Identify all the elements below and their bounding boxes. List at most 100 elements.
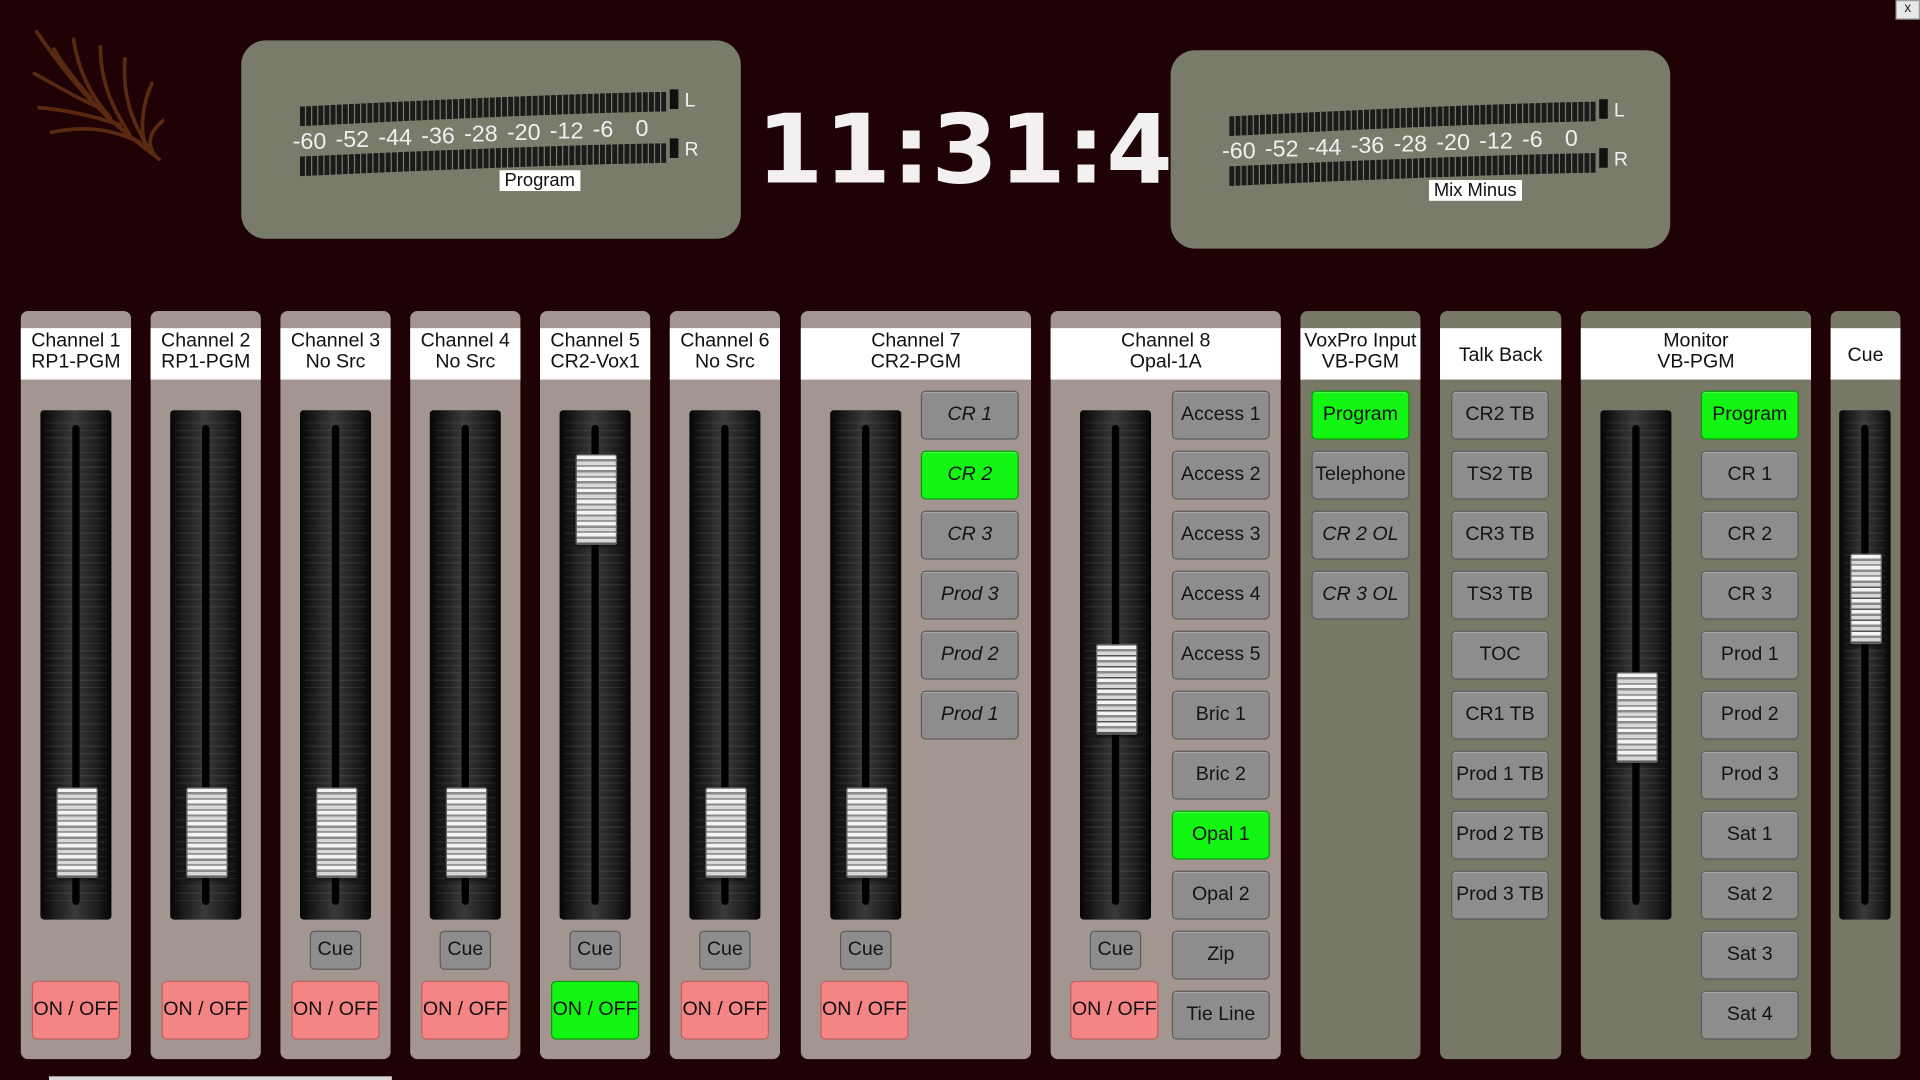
on-off-button[interactable]: ON / OFF — [680, 980, 769, 1040]
cue-button[interactable]: Cue — [439, 930, 492, 970]
on-off-button[interactable]: ON / OFF — [31, 980, 121, 1040]
fader-knob[interactable] — [186, 787, 228, 879]
program-meter-segment — [581, 145, 587, 165]
talk-back-button[interactable]: Prod 2 TB — [1451, 810, 1549, 860]
fader[interactable] — [559, 410, 631, 920]
mix-minus-meter-segment — [1425, 157, 1431, 178]
fader-knob[interactable] — [445, 787, 488, 879]
talk-back-button[interactable]: Prod 3 TB — [1451, 870, 1549, 920]
program-meter-segment — [410, 101, 416, 121]
mix-minus-meter-segment — [1394, 159, 1400, 179]
fader-slot — [1861, 424, 1869, 905]
monitor-source-button[interactable]: Prod 3 — [1700, 750, 1799, 800]
mix-minus-meter-segment — [1560, 102, 1565, 122]
monitor-fader[interactable] — [1600, 410, 1672, 920]
talk-back-button[interactable]: Prod 1 TB — [1451, 750, 1549, 800]
monitor-source-button[interactable]: Program — [1700, 390, 1799, 440]
mix-minus-meter-segment — [1480, 104, 1486, 125]
ch8-source-button[interactable]: Opal 2 — [1171, 870, 1270, 920]
monitor-source-button[interactable]: Prod 1 — [1700, 630, 1799, 680]
fader-knob[interactable] — [56, 787, 98, 879]
cue-panel-title: Cue — [1847, 345, 1884, 367]
on-off-button[interactable]: ON / OFF — [291, 980, 380, 1040]
on-off-button[interactable]: ON / OFF — [551, 980, 640, 1040]
cue-button[interactable]: Cue — [840, 930, 892, 970]
ch8-source-button[interactable]: Tie Line — [1171, 990, 1270, 1040]
mix-minus-meter-segment — [1566, 102, 1572, 122]
mix-minus-meter-segment — [1321, 162, 1327, 182]
fader[interactable] — [689, 410, 761, 920]
ch7-source-button[interactable]: Prod 3 — [920, 570, 1019, 620]
channel-source: RP1-PGM — [161, 351, 251, 373]
voxpro-source-button[interactable]: CR 2 OL — [1311, 510, 1410, 560]
channel-header: Channel 6 No Src — [669, 328, 781, 380]
ch8-source-button[interactable]: Access 3 — [1171, 510, 1270, 560]
ch8-source-button[interactable]: Access 1 — [1171, 390, 1270, 440]
ch8-source-button[interactable]: Zip — [1171, 930, 1270, 980]
fader[interactable] — [170, 410, 242, 920]
ch8-source-button[interactable]: Bric 2 — [1171, 750, 1270, 800]
on-off-button[interactable]: ON / OFF — [1070, 980, 1159, 1040]
program-meter-segment — [465, 149, 471, 169]
on-off-button[interactable]: ON / OFF — [820, 980, 909, 1040]
fader[interactable] — [830, 410, 902, 920]
mix-minus-meter-segment — [1590, 153, 1596, 173]
fader-knob[interactable] — [575, 454, 618, 545]
fader-knob[interactable] — [1095, 644, 1138, 736]
mix-minus-meter-segment — [1382, 108, 1388, 129]
ch7-source-button[interactable]: CR 3 — [920, 510, 1019, 560]
fader[interactable] — [1080, 410, 1152, 920]
voxpro-source-button[interactable]: Telephone — [1311, 450, 1410, 500]
talk-back-button[interactable]: TOC — [1451, 630, 1549, 680]
ch8-source-button[interactable]: Bric 1 — [1171, 690, 1270, 740]
fader-knob[interactable] — [1850, 553, 1883, 644]
program-meter-segment — [391, 152, 397, 172]
ch7-source-button[interactable]: Prod 1 — [920, 690, 1019, 740]
fader-knob[interactable] — [846, 787, 888, 879]
monitor-source-button[interactable]: CR 1 — [1700, 450, 1799, 500]
voxpro-source-button[interactable]: CR 3 OL — [1311, 570, 1410, 620]
monitor-source-button[interactable]: Prod 2 — [1700, 690, 1799, 740]
ch8-source-button[interactable]: Access 4 — [1171, 570, 1270, 620]
program-meter-scale-label: 0 — [636, 115, 649, 141]
monitor-source-button[interactable]: Sat 3 — [1700, 930, 1799, 980]
cue-button[interactable]: Cue — [309, 930, 362, 970]
ch8-source-button[interactable]: Access 5 — [1171, 630, 1270, 680]
program-meter-scale-label: -12 — [550, 118, 584, 144]
ch8-source-button[interactable]: Opal 1 — [1171, 810, 1270, 860]
program-meter-segment — [471, 149, 477, 169]
talk-back-button[interactable]: TS2 TB — [1451, 450, 1549, 500]
cue-button[interactable]: Cue — [569, 930, 621, 970]
talk-back-button[interactable]: CR3 TB — [1451, 510, 1549, 560]
talk-back-button[interactable]: CR1 TB — [1451, 690, 1549, 740]
monitor-source-button[interactable]: CR 2 — [1700, 510, 1799, 560]
fader[interactable] — [40, 410, 112, 920]
fader-knob[interactable] — [315, 787, 358, 879]
close-button[interactable]: x — [1895, 0, 1920, 20]
on-off-button[interactable]: ON / OFF — [421, 980, 510, 1040]
channel-header: Channel 3 No Src — [280, 328, 391, 380]
fader-knob[interactable] — [705, 787, 747, 879]
program-meter-segment — [489, 148, 495, 168]
monitor-source-button[interactable]: Sat 1 — [1700, 810, 1799, 860]
voxpro-source-button[interactable]: Program — [1311, 390, 1410, 440]
fader[interactable] — [300, 410, 372, 920]
monitor-source-button[interactable]: Sat 4 — [1700, 990, 1799, 1040]
ch7-source-button[interactable]: Prod 2 — [920, 630, 1019, 680]
monitor-source-button[interactable]: CR 3 — [1700, 570, 1799, 620]
ch7-source-button[interactable]: CR 1 — [920, 390, 1019, 440]
fader[interactable] — [429, 410, 501, 920]
program-meter-segment — [624, 92, 630, 113]
cue-button[interactable]: Cue — [1089, 930, 1142, 970]
talk-back-button[interactable]: TS3 TB — [1451, 570, 1549, 620]
mix-minus-meter-segment — [1333, 161, 1339, 182]
monitor-source-button[interactable]: Sat 2 — [1700, 870, 1799, 920]
talk-back-button[interactable]: CR2 TB — [1451, 390, 1549, 440]
on-off-button[interactable]: ON / OFF — [161, 980, 250, 1040]
cue-fader[interactable] — [1839, 410, 1891, 920]
mix-minus-meter-scale: LR-60 -52 -44 -36 -28 -20 -12 -6 0 — [1222, 99, 1628, 186]
ch8-source-button[interactable]: Access 2 — [1171, 450, 1270, 500]
ch7-source-button[interactable]: CR 2 — [920, 450, 1019, 500]
fader-knob[interactable] — [1616, 672, 1658, 763]
cue-button[interactable]: Cue — [699, 930, 751, 970]
